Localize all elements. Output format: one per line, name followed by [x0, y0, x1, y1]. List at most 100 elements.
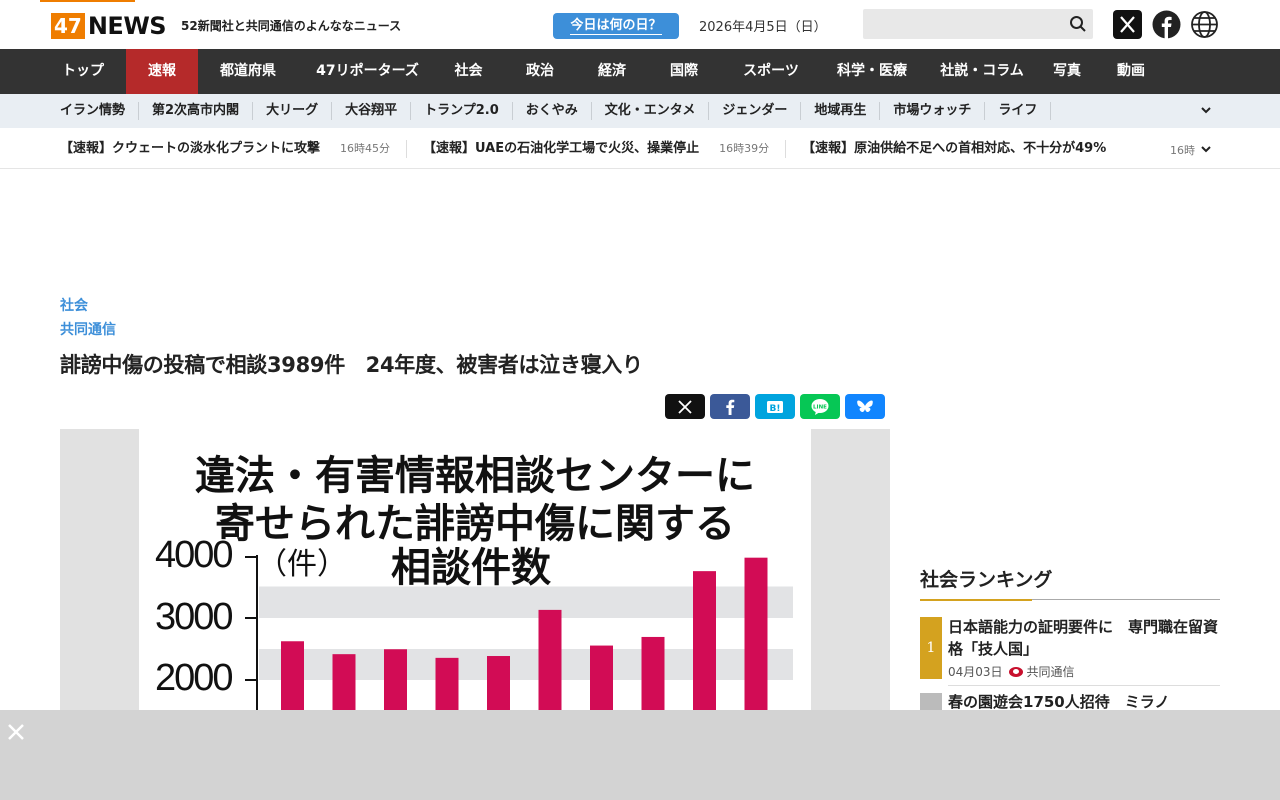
share-x-button[interactable]: [665, 394, 705, 419]
chart-ytick-3000: 3000: [155, 596, 234, 638]
chart-bar: [744, 557, 768, 710]
article-headline: 誹謗中傷の投稿で相談3989件 24年度、被害者は泣き寝入り: [60, 353, 643, 377]
chevron-down-icon[interactable]: [1199, 142, 1213, 156]
close-icon[interactable]: [6, 722, 26, 742]
topic-obituaries[interactable]: おくやみ: [513, 102, 592, 120]
kyodo-logo-icon: [1008, 666, 1023, 677]
nav-photos-label: 写真: [1053, 63, 1081, 79]
topic-ohtani[interactable]: 大谷翔平: [332, 102, 412, 120]
x-icon: [678, 399, 692, 414]
ticker-item-time: 16時: [1170, 144, 1195, 157]
ticker-item[interactable]: 【速報】UAEの石油化学工場で火災、操業停止 16時39分: [423, 139, 787, 158]
share-hatena-button[interactable]: B!: [755, 394, 795, 419]
topic-cabinet[interactable]: 第2次高市内閣: [139, 102, 254, 120]
x-icon[interactable]: [1113, 10, 1142, 39]
nav-international-label: 国際: [670, 63, 698, 79]
line-icon: LINE: [811, 398, 829, 415]
ticker-item-text: 【速報】クウェートの淡水化プラントに攻撃: [60, 140, 321, 156]
logo-number: 47: [51, 13, 85, 39]
breaking-ticker: 【速報】クウェートの淡水化プラントに攻撃 16時45分 【速報】UAEの石油化学工…: [0, 128, 1280, 169]
article-image[interactable]: 違法・有害情報相談センターに 寄せられた誹謗中傷に関する 4000 3000 2…: [60, 429, 890, 710]
topic-trump[interactable]: トランプ2.0: [411, 102, 513, 120]
nav-science[interactable]: 科学・医療: [818, 49, 926, 94]
nav-videos[interactable]: 動画: [1096, 49, 1166, 94]
chart-ytick-4000: 4000: [155, 534, 234, 576]
article-source[interactable]: 共同通信: [60, 319, 116, 339]
ticker-item-text: 【速報】原油供給不足への首相対応、不十分が49%: [802, 140, 1107, 156]
topic-mlb[interactable]: 大リーグ: [253, 102, 333, 120]
chart-bar: [538, 609, 562, 710]
nav-sports[interactable]: スポーツ: [724, 49, 818, 94]
share-bluesky-button[interactable]: [845, 394, 885, 419]
topic-culture[interactable]: 文化・エンタメ: [592, 102, 710, 120]
share-line-button[interactable]: LINE: [800, 394, 840, 419]
site-tagline: 52新聞社と共同通信のよんななニュース: [181, 19, 402, 33]
ranking-item-title[interactable]: 日本語能力の証明要件に 専門職在留資格「技人国」: [948, 616, 1220, 660]
svg-text:LINE: LINE: [813, 404, 827, 410]
share-facebook-button[interactable]: [710, 394, 750, 419]
nav-international[interactable]: 国際: [644, 49, 724, 94]
chart-unit-label: （件）: [257, 547, 347, 582]
nav-top[interactable]: トップ: [40, 49, 126, 94]
search-icon[interactable]: [1069, 15, 1087, 33]
topic-gender[interactable]: ジェンダー: [709, 102, 802, 120]
rank-badge: 1: [920, 617, 942, 679]
chart: 違法・有害情報相談センターに 寄せられた誹謗中傷に関する 4000 3000 2…: [139, 429, 811, 710]
chart-ytick-2000: 2000: [155, 657, 234, 699]
today-button-label: 今日は何の日？: [570, 18, 662, 35]
chevron-down-icon[interactable]: [1199, 103, 1213, 117]
today-button[interactable]: 今日は何の日？: [553, 13, 679, 39]
nav-47reporters[interactable]: 47リポーターズ: [298, 49, 437, 94]
chart-bar: [281, 641, 304, 710]
ranking-heading: 社会ランキング: [920, 569, 1053, 591]
facebook-icon: [726, 399, 735, 415]
chart-bar: [590, 645, 613, 710]
nav-editorials-label: 社説・コラム: [940, 63, 1024, 79]
chart-bar: [435, 657, 459, 710]
ad-banner[interactable]: [0, 710, 1280, 800]
nav-prefectures[interactable]: 都道府県: [198, 49, 298, 94]
nav-economy[interactable]: 経済: [580, 49, 644, 94]
site-logo[interactable]: 47 NEWS: [51, 12, 167, 40]
chart-bar: [384, 649, 407, 710]
hatena-bookmark-icon: B!: [767, 400, 783, 414]
nav-47reporters-label: 47リポーターズ: [316, 63, 419, 79]
chart-bar: [332, 654, 356, 710]
ranking-divider: [920, 598, 1220, 601]
ranking-divider-accent: [920, 598, 1032, 601]
nav-society-label: 社会: [454, 63, 483, 79]
search-input[interactable]: [863, 9, 1093, 39]
topic-regional[interactable]: 地域再生: [801, 102, 881, 120]
nav-top-label: トップ: [62, 63, 104, 79]
topic-markets[interactable]: 市場ウォッチ: [880, 102, 986, 120]
nav-photos[interactable]: 写真: [1038, 49, 1096, 94]
globe-icon[interactable]: [1190, 10, 1219, 39]
topic-iran[interactable]: イラン情勢: [47, 102, 140, 120]
ticker-item[interactable]: 【速報】クウェートの淡水化プラントに攻撃 16時45分: [60, 139, 408, 158]
facebook-icon[interactable]: [1152, 10, 1181, 39]
bluesky-icon: [857, 400, 873, 412]
main-nav: トップ 速報 都道府県 47リポーターズ 社会 政治 経済 国際 スポーツ 科学…: [0, 49, 1280, 94]
nav-science-label: 科学・医療: [837, 63, 907, 79]
current-date: 2026年4月5日（日）: [699, 20, 827, 35]
chart-title-line3: 相談件数: [391, 544, 551, 591]
ticker-item-time: 16時45分: [340, 141, 391, 155]
ticker-item[interactable]: 【速報】原油供給不足への首相対応、不十分が49%: [802, 140, 1122, 158]
chart-bar: [487, 656, 510, 710]
ticker-mask: 16時: [1168, 128, 1228, 168]
site-header: 47 NEWS 52新聞社と共同通信のよんななニュース 今日は何の日？ 2026…: [0, 0, 1280, 49]
chart-bar: [641, 636, 665, 710]
topic-life[interactable]: ライフ: [985, 102, 1052, 120]
nav-society[interactable]: 社会: [437, 49, 500, 94]
nav-politics-label: 政治: [526, 63, 554, 79]
nav-economy-label: 経済: [598, 63, 626, 79]
ranking-item-source: 共同通信: [1026, 665, 1075, 679]
nav-editorials[interactable]: 社説・コラム: [926, 49, 1038, 94]
ticker-item-time: 16時39分: [719, 141, 770, 155]
logo-text: NEWS: [87, 12, 167, 40]
nav-politics[interactable]: 政治: [500, 49, 580, 94]
logo-accent-bar: [40, 0, 135, 2]
article-category[interactable]: 社会: [60, 295, 88, 315]
nav-breaking[interactable]: 速報: [126, 49, 198, 94]
chart-bar: [693, 571, 716, 710]
